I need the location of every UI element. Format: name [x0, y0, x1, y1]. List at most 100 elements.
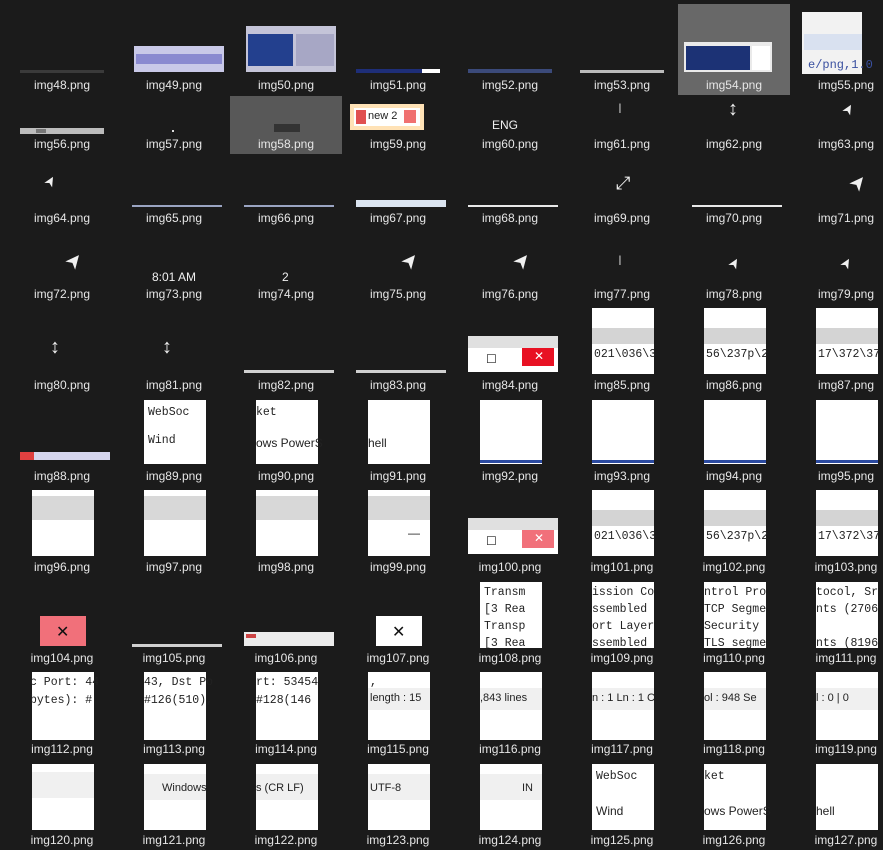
thumb-text: [3 Rea — [484, 637, 526, 648]
file-thumbnail-img56[interactable]: img56.png — [6, 94, 118, 154]
file-thumbnail-img72[interactable]: ➤ img72.png — [6, 244, 118, 304]
file-thumbnail-img83[interactable]: img83.png — [342, 306, 454, 395]
file-thumbnail-img103[interactable]: 17\372\37 img103.png — [790, 488, 883, 577]
file-thumbnail-img125[interactable]: WebSoc Wind img125.png — [566, 762, 678, 850]
file-thumbnail-img94[interactable]: img94.png — [678, 398, 790, 486]
cursor-icon: ➤ — [836, 253, 856, 273]
file-thumbnail-img79[interactable]: ➤ img79.png — [790, 244, 883, 304]
file-thumbnail-img50[interactable]: img50.png — [230, 4, 342, 95]
file-thumbnail-img67[interactable]: img67.png — [342, 166, 454, 228]
file-thumbnail-img92[interactable]: img92.png — [454, 398, 566, 486]
file-thumbnail-img100[interactable]: ☐ ✕ img100.png — [454, 488, 566, 577]
file-thumbnail-img73[interactable]: 8:01 AM img73.png — [118, 244, 230, 304]
file-thumbnail-img75[interactable]: ➤ img75.png — [342, 244, 454, 304]
thumb-text: hell — [368, 436, 387, 450]
file-thumbnail-img121[interactable]: Windows img121.png — [118, 762, 230, 850]
file-thumbnail-img111[interactable]: tocol, Sr nts (2706 nts (8196 img111.png — [790, 580, 883, 668]
file-thumbnail-img120[interactable]: img120.png — [6, 762, 118, 850]
file-thumbnail-img90[interactable]: ket ows PowerS img90.png — [230, 398, 342, 486]
file-thumbnail-img89[interactable]: WebSoc Wind img89.png — [118, 398, 230, 486]
file-thumbnail-img86[interactable]: 56\237p\2 img86.png — [678, 306, 790, 395]
file-name-label: img112.png — [31, 742, 93, 756]
thumbnail-preview: ission Co ssembled ort Layer ssembled — [566, 582, 678, 648]
file-thumbnail-img127[interactable]: hell img127.png — [790, 762, 883, 850]
file-thumbnail-img80[interactable]: ↕ img80.png — [6, 306, 118, 395]
file-thumbnail-img99[interactable]: — img99.png — [342, 488, 454, 577]
file-name-label: img120.png — [30, 833, 94, 847]
file-thumbnail-img97[interactable]: img97.png — [118, 488, 230, 577]
file-thumbnail-img105[interactable]: img105.png — [118, 580, 230, 668]
file-thumbnail-img74[interactable]: 2 img74.png — [230, 244, 342, 304]
thumbnail-preview: ➤ — [454, 246, 566, 284]
file-thumbnail-img102[interactable]: 56\237p\2 img102.png — [678, 488, 790, 577]
file-thumbnail-img88[interactable]: img88.png — [6, 398, 118, 486]
file-thumbnail-img108[interactable]: Transm [3 Rea Transp [3 Rea img108.png — [454, 580, 566, 668]
file-thumbnail-img64[interactable]: ➤ img64.png — [6, 166, 118, 228]
file-thumbnail-img116[interactable]: ,843 lines img116.png — [454, 670, 566, 759]
file-thumbnail-img48[interactable]: img48.png — [6, 4, 118, 95]
file-thumbnail-img51[interactable]: img51.png — [342, 4, 454, 95]
file-thumbnail-img69[interactable]: ⤢ img69.png — [566, 166, 678, 228]
file-thumbnail-img87[interactable]: 17\372\37 img87.png — [790, 306, 883, 395]
file-thumbnail-img60[interactable]: ENG img60.png — [454, 94, 566, 154]
cursor-icon: ➤ — [40, 171, 60, 191]
file-thumbnail-img81[interactable]: ↕ img81.png — [118, 306, 230, 395]
file-thumbnail-img122[interactable]: s (CR LF) img122.png — [230, 762, 342, 850]
thumbnail-preview: hell — [342, 400, 454, 464]
file-thumbnail-img98[interactable]: img98.png — [230, 488, 342, 577]
file-thumbnail-img107[interactable]: ✕ img107.png — [342, 580, 454, 668]
file-thumbnail-img119[interactable]: l : 0 | 0 img119.png — [790, 670, 883, 759]
file-thumbnail-img58[interactable]: img58.png — [230, 94, 342, 154]
file-thumbnail-img126[interactable]: ket ows PowerS img126.png — [678, 762, 790, 850]
thumb-panel — [704, 400, 766, 464]
file-thumbnail-img106[interactable]: img106.png — [230, 580, 342, 668]
thumbnail-preview: 56\237p\2 — [678, 490, 790, 556]
file-thumbnail-img114[interactable]: rt: 53454 #128(146 img114.png — [230, 670, 342, 759]
cursor-icon: ➤ — [844, 169, 873, 197]
cursor-icon: ➤ — [838, 99, 858, 119]
file-thumbnail-img85[interactable]: 021\036\3 img85.png — [566, 306, 678, 395]
file-thumbnail-img53[interactable]: img53.png — [566, 4, 678, 95]
thumbnail-preview — [790, 400, 883, 464]
file-thumbnail-img71[interactable]: ➤ img71.png — [790, 166, 883, 228]
file-thumbnail-img68[interactable]: img68.png — [454, 166, 566, 228]
thumbnail-preview — [230, 6, 342, 74]
file-thumbnail-img124[interactable]: IN img124.png — [454, 762, 566, 850]
file-thumbnail-img55[interactable]: e/png,1.0 img55.png — [790, 4, 883, 95]
thumb-shape — [244, 205, 334, 207]
file-thumbnail-img109[interactable]: ission Co ssembled ort Layer ssembled img109… — [566, 580, 678, 668]
file-thumbnail-img91[interactable]: hell img91.png — [342, 398, 454, 486]
file-thumbnail-img57[interactable]: img57.png — [118, 94, 230, 154]
file-thumbnail-img76[interactable]: ➤ img76.png — [454, 244, 566, 304]
file-thumbnail-img65[interactable]: img65.png — [118, 166, 230, 228]
file-thumbnail-img123[interactable]: UTF-8 img123.png — [342, 762, 454, 850]
file-thumbnail-img110[interactable]: ntrol Pro TCP Segme Security TLS segme img1… — [678, 580, 790, 668]
file-thumbnail-img52[interactable]: img52.png — [454, 4, 566, 95]
file-thumbnail-img95[interactable]: img95.png — [790, 398, 883, 486]
file-thumbnail-img62[interactable]: ↕ img62.png — [678, 94, 790, 154]
file-thumbnail-img115[interactable]: , length : 15 img115.png — [342, 670, 454, 759]
thumbnail-preview: 17\372\37 — [790, 308, 883, 374]
thumbnail-preview — [342, 308, 454, 374]
file-thumbnail-img63[interactable]: ➤ img63.png — [790, 94, 883, 154]
file-thumbnail-img118[interactable]: ol : 948 Se img118.png — [678, 670, 790, 759]
file-thumbnail-img84[interactable]: ☐ ✕ img84.png — [454, 306, 566, 395]
file-thumbnail-img101[interactable]: 021\036\3 img101.png — [566, 488, 678, 577]
file-thumbnail-img104[interactable]: ✕ img104.png — [6, 580, 118, 668]
file-thumbnail-img82[interactable]: img82.png — [230, 306, 342, 395]
file-thumbnail-img93[interactable]: img93.png — [566, 398, 678, 486]
thumb-text: TLS segme — [704, 637, 767, 648]
file-thumbnail-img54[interactable]: img54.png — [678, 4, 790, 95]
file-thumbnail-img61[interactable]: Iimg61.png — [566, 94, 678, 154]
file-thumbnail-img49[interactable]: img49.png — [118, 4, 230, 95]
file-thumbnail-img113[interactable]: 43, Dst Po #126(510), img113.png — [118, 670, 230, 759]
file-thumbnail-img66[interactable]: img66.png — [230, 166, 342, 228]
file-name-label: img63.png — [817, 137, 875, 151]
file-thumbnail-img78[interactable]: ➤ img78.png — [678, 244, 790, 304]
file-thumbnail-img117[interactable]: n : 1 Ln : 1 C img117.png — [566, 670, 678, 759]
file-thumbnail-img70[interactable]: img70.png — [678, 166, 790, 228]
file-thumbnail-img96[interactable]: img96.png — [6, 488, 118, 577]
file-thumbnail-img112[interactable]: c Port: 44 bytes): # img112.png — [6, 670, 118, 759]
file-thumbnail-img59[interactable]: new 2 img59.png — [342, 94, 454, 154]
file-thumbnail-img77[interactable]: Iimg77.png — [566, 244, 678, 304]
